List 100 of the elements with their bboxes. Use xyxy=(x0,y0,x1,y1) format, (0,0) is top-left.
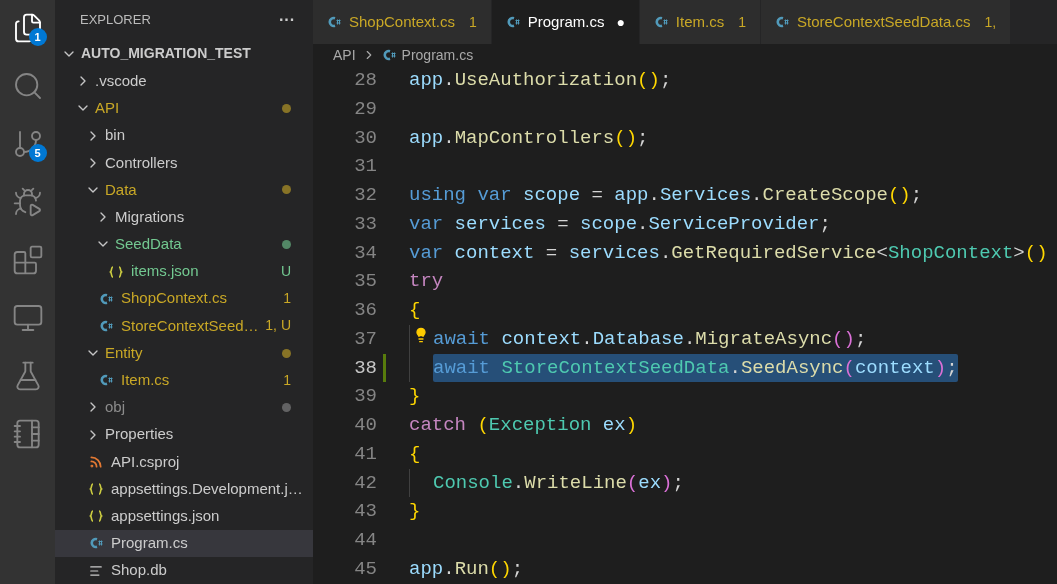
tree-item[interactable]: Shop.db xyxy=(55,556,313,584)
line-number: 39 xyxy=(353,384,377,410)
line-number: 29 xyxy=(353,96,377,122)
tree-item[interactable]: AUTO_MIGRATION_TEST xyxy=(55,40,313,68)
file-name: items.json xyxy=(131,261,199,282)
file-status: 1, U xyxy=(265,316,291,336)
line-number: 30 xyxy=(353,125,377,151)
tree-item[interactable]: Migrations xyxy=(55,203,313,231)
line-number: 45 xyxy=(353,556,377,582)
csharp-icon xyxy=(653,15,668,29)
file-name: API xyxy=(95,98,120,119)
tree-item[interactable]: StoreContextSeed… 1, U xyxy=(55,312,313,340)
tree-item[interactable]: API.csproj xyxy=(55,448,313,476)
panel-title: EXPLORER xyxy=(80,11,151,30)
file-name: appsettings.Development.j… xyxy=(111,478,303,499)
csharp-icon xyxy=(99,291,113,306)
line-number: 36 xyxy=(353,298,377,323)
tree-item[interactable]: API xyxy=(55,94,313,122)
csharp-icon xyxy=(89,536,103,551)
monitor-icon[interactable] xyxy=(11,302,44,334)
tree-item[interactable]: items.json U xyxy=(55,257,313,286)
blocks-icon[interactable] xyxy=(11,244,44,276)
code-line: await context.Database.MigrateAsync(); xyxy=(433,326,867,352)
tree-item[interactable]: Properties xyxy=(55,421,313,449)
tree-item[interactable]: obj xyxy=(55,393,313,422)
code-line: using var scope = app.Services.CreateScope(); xyxy=(409,183,923,208)
rss-icon xyxy=(89,454,103,469)
file-name: Program.cs xyxy=(111,533,188,554)
csharp-icon xyxy=(327,15,341,29)
csharp-icon xyxy=(99,318,113,333)
tree-item[interactable]: bin xyxy=(55,121,313,150)
line-number: 44 xyxy=(353,528,377,553)
code-line: var context = services.GetRequiredService<ShopContext>() xyxy=(409,240,1048,266)
line-number: 37 xyxy=(353,326,377,352)
tree-item[interactable]: Item.cs 1 xyxy=(55,366,313,394)
code-line: catch (Exception ex) xyxy=(409,413,638,438)
file-name: API.csproj xyxy=(111,451,180,472)
code-line: app.UseAuthorization(); xyxy=(409,68,672,93)
tree-item[interactable]: appsettings.Development.j… xyxy=(55,475,313,503)
csharp-icon xyxy=(775,15,789,29)
file-name: appsettings.json xyxy=(111,505,220,526)
line-number: 43 xyxy=(353,499,377,525)
line-number: 32 xyxy=(353,183,377,208)
code-line: { xyxy=(409,441,421,467)
count-badge: 1 xyxy=(28,28,47,46)
file-name: obj xyxy=(105,397,126,418)
line-number: 41 xyxy=(353,441,377,467)
line-number: 31 xyxy=(353,154,377,180)
file-name: Migrations xyxy=(115,206,185,227)
csharp-icon xyxy=(505,15,520,29)
count-badge: 5 xyxy=(28,144,47,162)
code-line: var services = scope.ServiceProvider; xyxy=(409,211,831,237)
file-name: StoreContextSeed… xyxy=(121,315,259,336)
braces-icon xyxy=(89,482,103,496)
code-line: { xyxy=(409,298,421,323)
more-button[interactable]: ··· xyxy=(279,8,295,32)
code-line: try xyxy=(409,269,444,295)
line-number: 40 xyxy=(353,413,377,438)
tree-item[interactable]: ShopContext.cs 1 xyxy=(55,285,313,313)
line-number: 42 xyxy=(353,470,377,496)
editor-tab[interactable]: Program.cs ● xyxy=(491,0,640,44)
file-name: Item.cs xyxy=(121,370,170,390)
file-name: .vscode xyxy=(95,70,147,91)
editor-tab[interactable]: ShopContext.cs 1 xyxy=(313,0,492,44)
code-line: } xyxy=(409,384,421,410)
csharp-icon xyxy=(99,373,113,388)
braces-icon xyxy=(89,509,103,524)
tree-item[interactable]: Data xyxy=(55,176,313,204)
tree-item[interactable]: appsettings.json xyxy=(55,502,313,530)
breadcrumb-item[interactable]: Program.cs xyxy=(401,44,474,66)
tree-item[interactable]: SeedData xyxy=(55,230,313,258)
breadcrumb-item[interactable]: API xyxy=(333,44,356,66)
file-name: Shop.db xyxy=(111,560,167,581)
file-name: ShopContext.cs xyxy=(121,288,227,309)
code-line: app.MapControllers(); xyxy=(409,125,649,151)
tree-item[interactable]: Program.cs xyxy=(55,529,313,557)
lightbulb-icon[interactable] xyxy=(413,326,429,343)
csharp-icon xyxy=(381,48,396,62)
folder-name: AUTO_MIGRATION_TEST xyxy=(81,44,251,64)
file-status: U xyxy=(280,262,291,281)
code-line: app.Run(); xyxy=(409,556,524,582)
file-name: bin xyxy=(105,125,126,146)
braces-icon xyxy=(109,264,123,279)
line-number: 38 xyxy=(353,355,377,381)
file-name: Data xyxy=(105,179,137,200)
editor-tab[interactable]: Item.cs 1 xyxy=(639,0,761,44)
line-number: 35 xyxy=(353,269,377,295)
file-name: SeedData xyxy=(115,234,182,255)
line-number: 34 xyxy=(353,240,377,266)
editor-tab[interactable]: StoreContextSeedData.cs 1, xyxy=(761,0,1012,44)
file-name: Properties xyxy=(105,424,174,445)
tree-item[interactable]: .vscode xyxy=(55,67,313,95)
tree-item[interactable]: Entity xyxy=(55,339,313,367)
code-line: } xyxy=(409,499,421,525)
bug-play-icon[interactable] xyxy=(11,186,44,218)
file-name: Entity xyxy=(105,342,143,363)
line-number: 28 xyxy=(353,68,377,93)
line-number: 33 xyxy=(353,211,377,237)
code-line: Console.WriteLine(ex); xyxy=(433,470,684,496)
tree-item[interactable]: Controllers xyxy=(55,149,313,177)
